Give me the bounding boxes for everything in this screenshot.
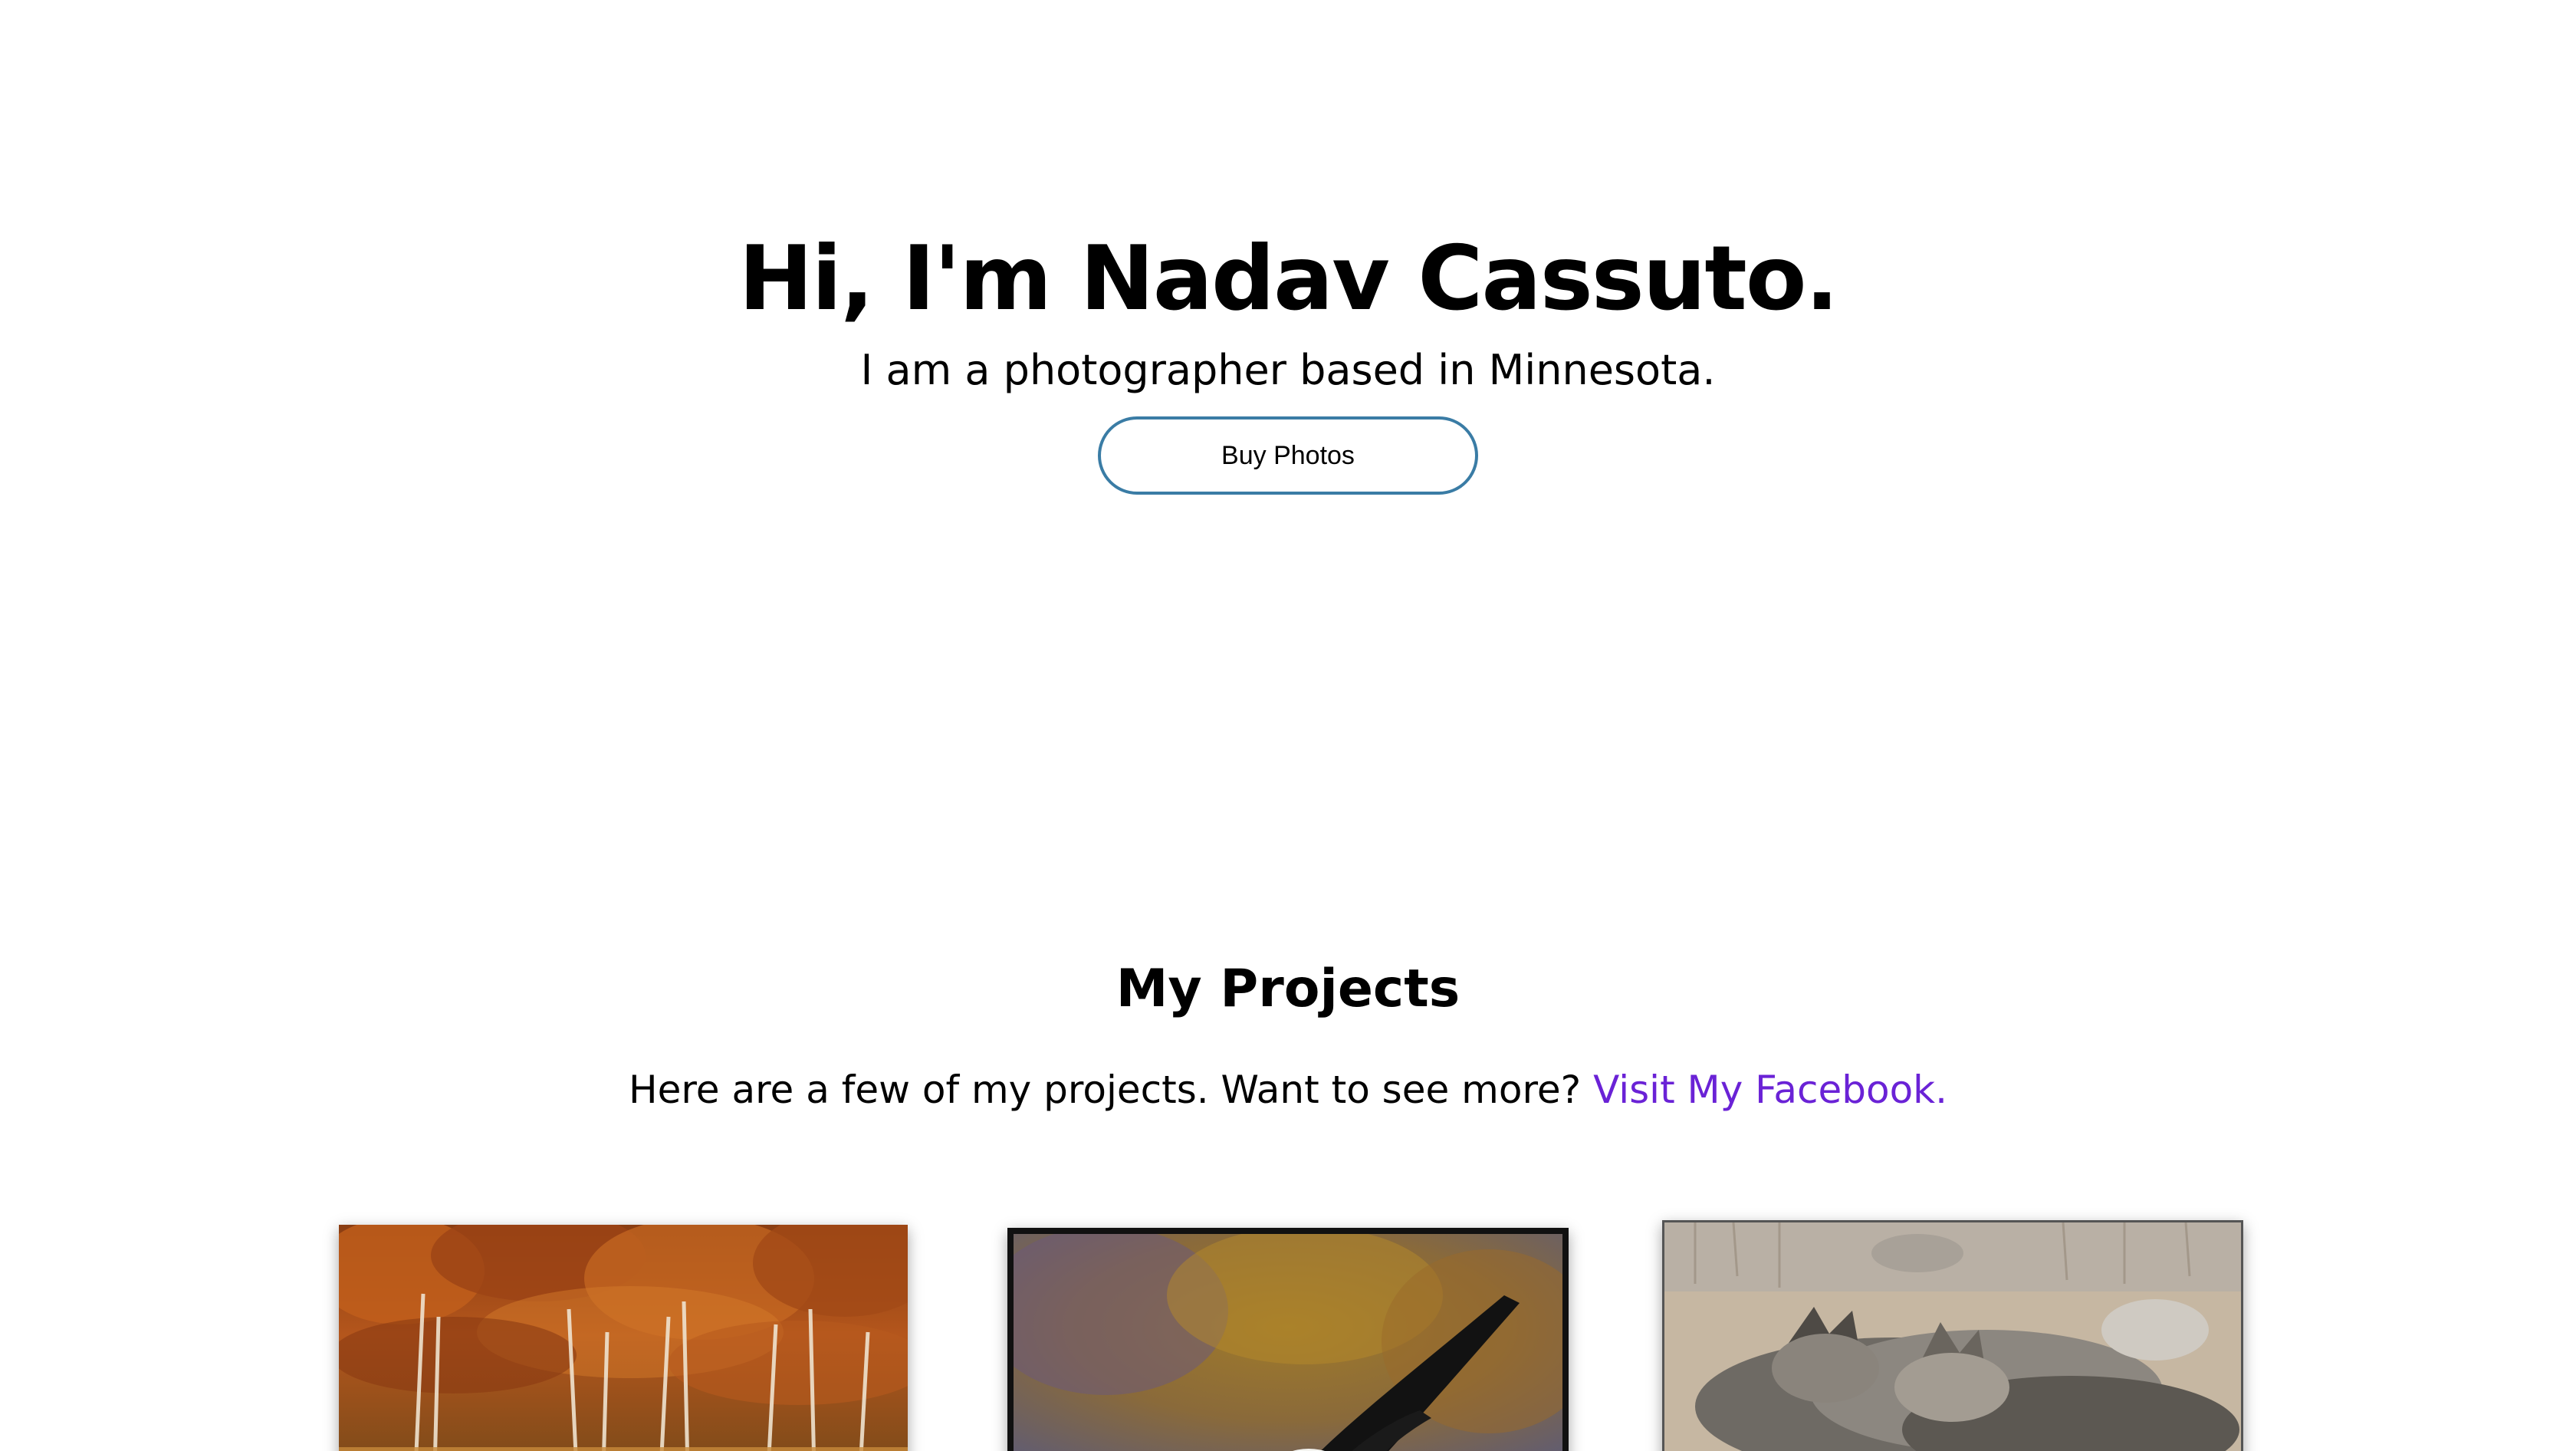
hero-title: Hi, I'm Nadav Cassuto. <box>738 227 1838 331</box>
projects-heading: My Projects <box>1116 959 1460 1019</box>
project-card-autumn-forest[interactable] <box>339 1225 908 1451</box>
facebook-link[interactable]: Visit My Facebook. <box>1593 1068 1947 1112</box>
projects-intro-text: Here are a few of my projects. Want to s… <box>628 1068 1582 1112</box>
project-card-wolves[interactable] <box>1662 1220 2243 1451</box>
buy-photos-button[interactable]: Buy Photos <box>1098 416 1478 495</box>
project-card-bald-eagle[interactable] <box>1007 1228 1569 1451</box>
page: Hi, I'm Nadav Cassuto. I am a photograph… <box>0 0 2576 1451</box>
projects-intro: Here are a few of my projects. Want to s… <box>0 1063 2576 1117</box>
autumn-forest-photo <box>339 1225 908 1451</box>
bald-eagle-photo <box>1014 1234 1562 1451</box>
wolves-photo <box>1664 1222 2241 1451</box>
hero-subtitle: I am a photographer based in Minnesota. <box>860 346 1716 394</box>
